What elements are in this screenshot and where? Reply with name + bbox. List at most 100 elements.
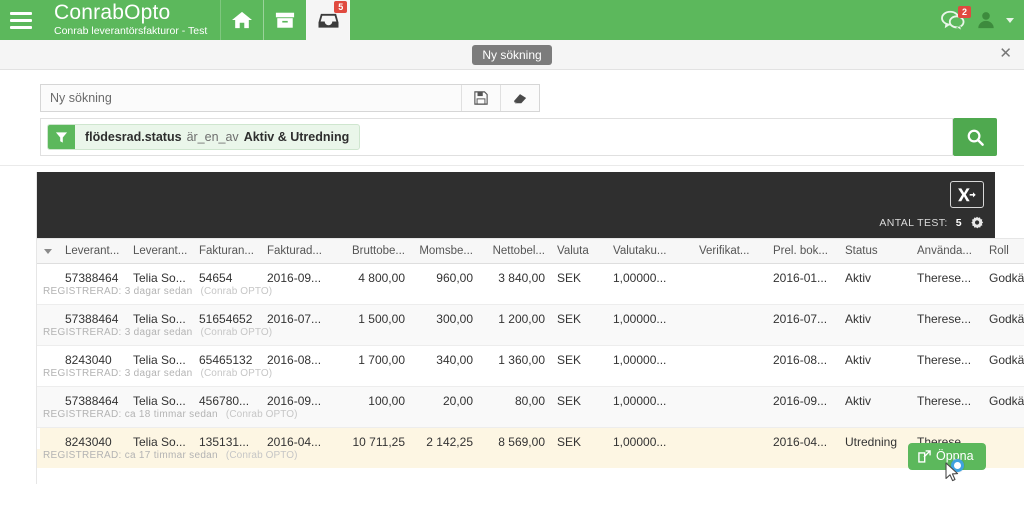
inbox-badge: 5 — [334, 1, 348, 13]
save-icon — [474, 91, 488, 105]
hamburger-menu-icon[interactable] — [0, 0, 42, 40]
clear-search-button[interactable] — [500, 85, 539, 111]
table-header: Leverant... Leverant... Fakturan... Fakt… — [37, 238, 1024, 264]
table-cell: 1,00000... — [607, 427, 693, 449]
table-cell: Godkän... — [983, 345, 1024, 367]
column-header[interactable]: Roll — [983, 238, 1024, 264]
column-header[interactable]: Verifikat... — [693, 238, 767, 264]
column-header[interactable]: Momsbe... — [411, 238, 479, 264]
row-meta-text: REGISTRERAD: ca 17 timmar sedan (Conrab O… — [37, 449, 1024, 468]
row-meta-source: (Conrab OPTO) — [225, 450, 298, 461]
search-name-input[interactable] — [41, 85, 461, 111]
table-cell: 2016-07... — [261, 304, 333, 326]
filter-chip[interactable]: flödesrad.status är_en_av Aktiv & Utredn… — [47, 124, 361, 150]
table-cell: 340,00 — [411, 345, 479, 367]
user-dropdown-caret-icon[interactable] — [1006, 17, 1014, 23]
table-cell: Therese... — [911, 304, 983, 326]
row-meta-label: REGISTRERAD: 3 dagar sedan — [43, 286, 193, 297]
save-search-button[interactable] — [461, 85, 500, 111]
row-left-gutter — [37, 427, 59, 449]
table-cell: 2016-09... — [267, 271, 322, 285]
table-cell: 1 500,00 — [333, 304, 411, 326]
row-meta-label: REGISTRERAD: ca 18 timmar sedan — [43, 409, 218, 420]
nav-tab-archive[interactable] — [263, 0, 308, 40]
table-cell: 51654652 — [193, 304, 261, 326]
table-cell: 1,00000... — [607, 304, 693, 326]
table-cell — [693, 304, 767, 326]
table-row-meta: REGISTRERAD: ca 17 timmar sedan (Conrab O… — [37, 449, 1024, 468]
table-row[interactable]: 57388464 Telia So... 54654 2016-09... 4 800,… — [37, 264, 1024, 285]
tab-ny-sokning[interactable]: Ny sökning — [472, 44, 552, 65]
results-panel: ANTAL TEST: 5 Leverant... Leverant... Fa… — [36, 172, 1024, 484]
column-header[interactable]: Använda... — [911, 238, 983, 264]
result-count-value: 5 — [955, 217, 962, 229]
close-icon[interactable]: ✕ — [999, 46, 1012, 62]
filter-row: flödesrad.status är_en_av Aktiv & Utredn… — [40, 118, 953, 156]
filter-icon — [55, 131, 68, 143]
table-row-meta: REGISTRERAD: 3 dagar sedan (Conrab OPTO) — [37, 326, 1024, 346]
open-button[interactable]: Öppna — [908, 443, 986, 470]
table-cell: 57388464 — [59, 304, 127, 326]
table-cell: 2016-09... — [767, 386, 839, 408]
table-cell: 8243040 — [59, 427, 127, 449]
table-cell: Telia So... — [127, 304, 193, 326]
column-header[interactable]: Status — [839, 238, 911, 264]
table-body: 57388464 Telia So... 54654 2016-09... 4 800,… — [37, 264, 1024, 468]
column-header[interactable]: Nettobel... — [479, 238, 551, 264]
chevron-down-icon[interactable] — [44, 249, 52, 254]
column-header[interactable]: Valutaku... — [607, 238, 693, 264]
search-submit-button[interactable] — [953, 118, 997, 156]
column-header[interactable]: Fakturan... — [193, 238, 261, 264]
table-cell: SEK — [551, 427, 607, 449]
open-button-label: Öppna — [936, 449, 974, 463]
table-row[interactable]: 57388464 Telia So... 456780... 2016-09... 10… — [37, 386, 1024, 408]
table-cell: 2 142,25 — [411, 427, 479, 449]
user-menu-button[interactable] — [976, 10, 996, 30]
column-header[interactable]: Leverant... — [127, 238, 193, 264]
settings-button[interactable] — [970, 216, 984, 230]
table-cell: 3 840,00 — [498, 271, 545, 285]
table-cell: SEK — [551, 304, 607, 326]
chat-button[interactable]: 2 — [940, 6, 971, 31]
table-cell: 2016-04... — [261, 427, 333, 449]
table-header-row: Leverant... Leverant... Fakturan... Fakt… — [37, 238, 1024, 264]
table-cell: Godkän... — [989, 271, 1024, 285]
top-navigation-bar: ConrabOpto Conrab leverantörsfakturor - … — [0, 0, 1024, 40]
header-left-caret[interactable] — [37, 238, 59, 264]
table-row-meta: REGISTRERAD: 3 dagar sedan (Conrab OPTO) — [37, 367, 1024, 387]
results-table: Leverant... Leverant... Fakturan... Fakt… — [37, 238, 1024, 468]
column-header[interactable]: Prel. bok... — [767, 238, 839, 264]
search-name-row — [40, 84, 540, 112]
export-excel-button[interactable] — [950, 181, 984, 208]
table-cell: Utredning — [839, 427, 911, 449]
nav-tab-inbox[interactable]: 5 — [306, 0, 351, 40]
table-cell: Therese... — [917, 271, 972, 285]
gear-icon — [971, 216, 984, 229]
table-row[interactable]: 8243040 Telia So... 65465132 2016-08... 1 70… — [37, 345, 1024, 367]
column-header[interactable]: Leverant... — [59, 238, 127, 264]
table-cell — [693, 345, 767, 367]
filter-value: Aktiv & Utredning — [243, 130, 350, 144]
row-meta-label: REGISTRERAD: 3 dagar sedan — [43, 327, 193, 338]
app-title: ConrabOpto — [54, 1, 171, 24]
results-table-container: Leverant... Leverant... Fakturan... Fakt… — [37, 238, 1024, 484]
table-cell: 1 360,00 — [479, 345, 551, 367]
table-cell: Aktiv — [839, 304, 911, 326]
nav-tab-home[interactable] — [220, 0, 265, 40]
top-nav-tabs: 5 — [220, 0, 351, 40]
table-cell: Therese... — [911, 386, 983, 408]
filter-field: flödesrad.status — [85, 130, 182, 144]
app-subtitle: Conrab leverantörsfakturor - Test — [54, 25, 208, 37]
table-row[interactable]: 57388464 Telia So... 51654652 2016-07... 1 5… — [37, 304, 1024, 326]
column-header[interactable]: Bruttobe... — [333, 238, 411, 264]
column-header[interactable]: Fakturad... — [261, 238, 333, 264]
column-header[interactable]: Valuta — [551, 238, 607, 264]
table-cell: SEK — [551, 386, 607, 408]
table-cell: Aktiv — [839, 345, 911, 367]
table-row[interactable]: 8243040 Telia So... 135131... 2016-04... 10 … — [37, 427, 1024, 449]
filter-text: flödesrad.status är_en_av Aktiv & Utredn… — [75, 125, 359, 149]
result-count-row: ANTAL TEST: 5 — [879, 216, 984, 230]
result-count-label: ANTAL TEST: — [879, 217, 948, 229]
table-cell: 65465132 — [193, 345, 261, 367]
table-cell: 57388464 — [59, 386, 127, 408]
